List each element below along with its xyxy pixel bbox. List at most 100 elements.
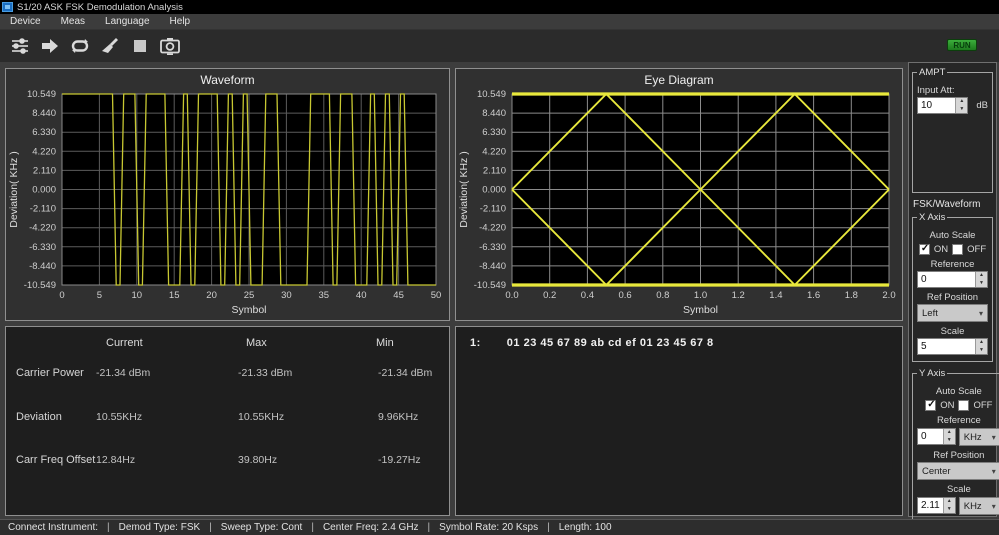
column-header-current: Current (106, 337, 143, 349)
svg-text:0.000: 0.000 (32, 185, 56, 196)
y-auto-scale-off-checkbox[interactable] (958, 400, 969, 411)
carrier-power-current: -21.34 dBm (96, 367, 150, 379)
single-run-arrow-icon (40, 36, 60, 56)
single-run-button[interactable] (38, 34, 62, 58)
waveform-chart: 10.5498.4406.3304.2202.1100.000-2.110-4.… (7, 89, 446, 318)
menu-item-help[interactable]: Help (160, 14, 201, 29)
svg-text:0.4: 0.4 (581, 290, 594, 301)
x-axis-group-title: X Axis (917, 212, 947, 223)
y-scale-unit-dropdown[interactable]: KHz ▾ (959, 497, 999, 515)
window-title: S1/20 ASK FSK Demodulation Analysis (17, 2, 183, 13)
y-scale-spinner[interactable]: 2.11 ▲▼ (917, 497, 956, 514)
svg-text:-6.330: -6.330 (29, 242, 56, 253)
y-axis-group-title: Y Axis (917, 368, 947, 379)
demod-bits-panel: 1:01 23 45 67 89 ab cd ef 01 23 45 67 8 (455, 326, 903, 516)
menu-item-meas[interactable]: Meas (51, 14, 95, 29)
fsk-waveform-section-title: FSK/Waveform (913, 199, 993, 210)
carrier-power-min: -21.34 dBm (378, 367, 432, 379)
svg-text:0.6: 0.6 (618, 290, 631, 301)
x-reference-value[interactable]: 0 (918, 272, 975, 287)
demod-bits-line: 1:01 23 45 67 89 ab cd ef 01 23 45 67 8 (470, 337, 714, 349)
y-off-label: OFF (973, 400, 992, 411)
carr-freq-offset-current: 12.84Hz (96, 454, 135, 466)
svg-text:0.2: 0.2 (543, 290, 556, 301)
y-reference-spinner[interactable]: 0 ▲▼ (917, 428, 956, 445)
status-bar: Connect Instrument: | Demod Type: FSK | … (0, 519, 999, 535)
y-auto-scale-on-checkbox[interactable] (925, 400, 936, 411)
spinner-arrows-icon[interactable]: ▲▼ (975, 272, 987, 287)
menu-item-language[interactable]: Language (95, 14, 160, 29)
y-scale-value[interactable]: 2.11 (918, 498, 943, 513)
y-reference-value[interactable]: 0 (918, 429, 943, 444)
ampt-group-title: AMPT (917, 67, 947, 78)
x-ref-position-dropdown[interactable]: Left ▾ (917, 304, 988, 322)
svg-text:-10.549: -10.549 (474, 280, 506, 291)
svg-text:-8.440: -8.440 (29, 261, 56, 272)
spinner-arrows-icon[interactable]: ▲▼ (955, 98, 967, 113)
y-reference-unit-value: KHz (964, 432, 982, 443)
svg-text:0.000: 0.000 (482, 185, 506, 196)
control-sidebar: AMPT Input Att: 10 ▲▼ dB FSK/Waveform X … (908, 62, 997, 517)
run-status-led: RUN (947, 39, 977, 51)
y-ref-position-label: Ref Position (917, 450, 999, 461)
x-auto-scale-label: Auto Scale (917, 230, 988, 241)
svg-text:1.4: 1.4 (769, 290, 782, 301)
status-sweep-type: Sweep Type: Cont (221, 522, 303, 533)
y-ref-position-dropdown[interactable]: Center ▾ (917, 462, 999, 480)
screenshot-camera-icon (159, 36, 181, 56)
sliders-settings-icon (10, 36, 30, 56)
svg-text:30: 30 (281, 290, 292, 301)
svg-text:35: 35 (319, 290, 330, 301)
results-table-panel: Current Max Min Carrier Power -21.34 dBm… (5, 326, 450, 516)
stop-button[interactable] (128, 34, 152, 58)
spinner-arrows-icon[interactable]: ▲▼ (943, 498, 955, 513)
svg-text:Symbol: Symbol (683, 304, 718, 316)
chevron-down-icon: ▾ (992, 502, 996, 511)
x-scale-value[interactable]: 5 (918, 339, 975, 354)
svg-text:2.110: 2.110 (483, 165, 506, 176)
input-att-spinner[interactable]: 10 ▲▼ (917, 97, 968, 114)
settings-button[interactable] (8, 34, 32, 58)
y-ref-position-value: Center (922, 466, 951, 477)
app-window: S1/20 ASK FSK Demodulation Analysis Devi… (0, 0, 999, 535)
svg-text:1.6: 1.6 (807, 290, 820, 301)
status-divider: | (209, 522, 212, 533)
y-reference-unit-dropdown[interactable]: KHz ▾ (959, 428, 999, 446)
status-divider: | (547, 522, 550, 533)
svg-text:2.110: 2.110 (33, 165, 56, 176)
app-logo-icon (2, 2, 13, 12)
clear-button[interactable] (98, 34, 122, 58)
spinner-arrows-icon[interactable]: ▲▼ (975, 339, 987, 354)
continuous-run-loop-icon (70, 36, 90, 56)
svg-text:Deviation( KHz ): Deviation( KHz ) (458, 151, 470, 227)
input-att-label: Input Att: (917, 85, 988, 96)
column-header-min: Min (376, 337, 394, 349)
chevron-down-icon: ▾ (992, 467, 996, 476)
carr-freq-offset-max: 39.80Hz (238, 454, 277, 466)
x-scale-spinner[interactable]: 5 ▲▼ (917, 338, 988, 355)
svg-text:40: 40 (356, 290, 367, 301)
svg-text:-10.549: -10.549 (24, 280, 56, 291)
svg-text:-8.440: -8.440 (479, 261, 506, 272)
x-ref-position-label: Ref Position (917, 292, 988, 303)
svg-text:10: 10 (132, 290, 143, 301)
screenshot-button[interactable] (158, 34, 182, 58)
continuous-run-button[interactable] (68, 34, 92, 58)
menu-item-device[interactable]: Device (0, 14, 51, 29)
x-auto-scale-on-checkbox[interactable] (919, 244, 930, 255)
x-ref-position-value: Left (922, 308, 938, 319)
svg-text:-2.110: -2.110 (480, 204, 506, 215)
input-att-value[interactable]: 10 (918, 98, 955, 113)
x-auto-scale-off-checkbox[interactable] (952, 244, 963, 255)
y-scale-unit-value: KHz (964, 501, 982, 512)
eye-chart: 10.5498.4406.3304.2202.1100.000-2.110-4.… (457, 89, 899, 318)
x-reference-label: Reference (917, 259, 988, 270)
x-reference-spinner[interactable]: 0 ▲▼ (917, 271, 988, 288)
waveform-panel: Waveform 10.5498.4406.3304.2202.1100.000… (5, 68, 450, 321)
x-off-label: OFF (967, 244, 986, 255)
status-divider: | (107, 522, 110, 533)
spinner-arrows-icon[interactable]: ▲▼ (943, 429, 955, 444)
deviation-min: 9.96KHz (378, 411, 418, 423)
bits-line-number: 1: (470, 337, 481, 349)
svg-text:1.2: 1.2 (732, 290, 745, 301)
